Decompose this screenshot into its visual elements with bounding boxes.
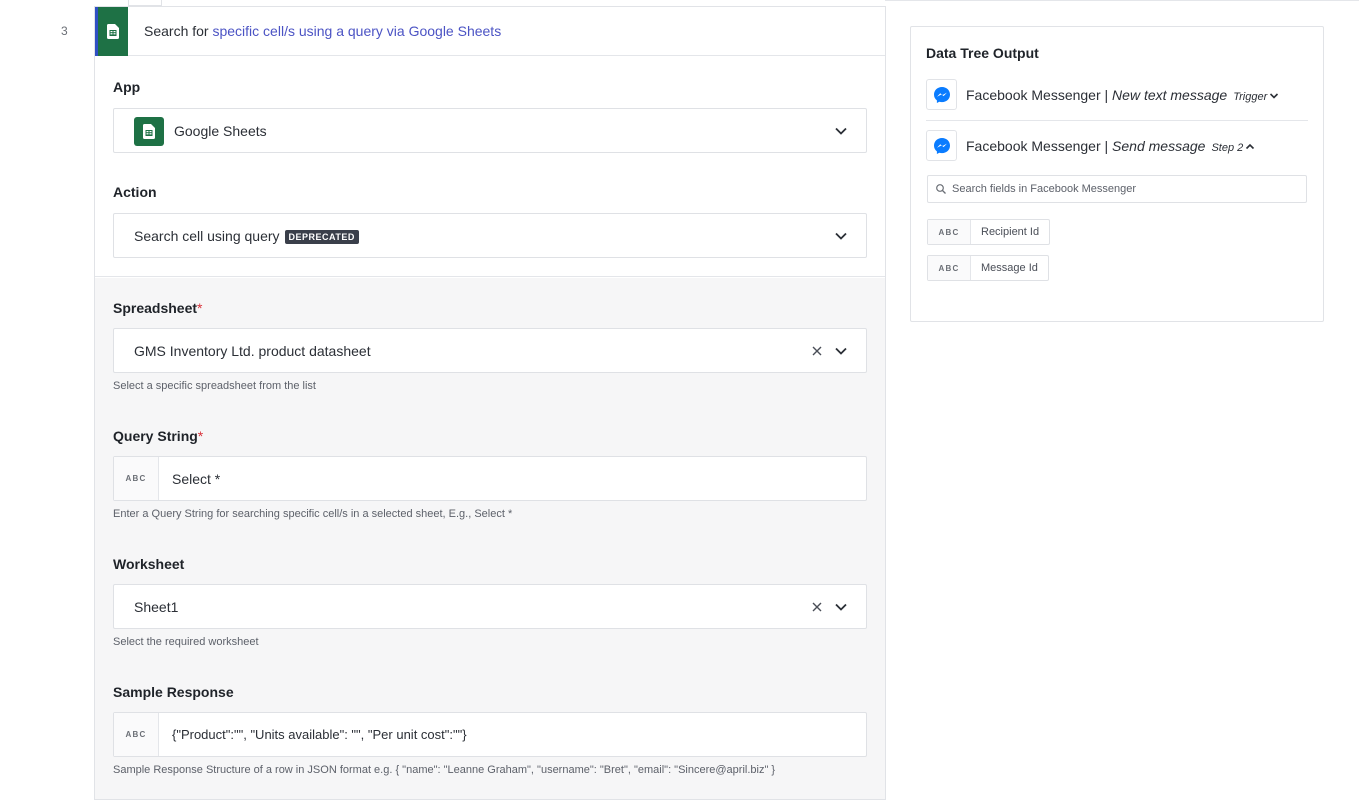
worksheet-label: Worksheet [113,556,185,572]
field-chip-message-id[interactable]: ABC Message Id [927,255,1049,281]
tree-item-app: Facebook Messenger | [966,87,1113,103]
spreadsheet-label-text: Spreadsheet [113,300,198,316]
chevron-down-icon[interactable] [834,124,848,138]
required-mark: * [197,428,204,444]
query-string-label: Query String* [113,428,203,444]
query-string-input[interactable]: ABC Select * [113,456,867,501]
required-mark: * [197,300,203,316]
configuration-section: Spreadsheet* GMS Inventory Ltd. product … [95,278,885,799]
search-icon [936,184,946,194]
step-header[interactable]: Search for specific cell/s using a query… [95,7,885,56]
spreadsheet-help: Select a specific spreadsheet from the l… [113,380,316,392]
worksheet-select[interactable]: Sheet1 [113,584,867,629]
field-chip-recipient-id[interactable]: ABC Recipient Id [927,219,1051,245]
card-tab [128,0,162,6]
chevron-down-icon[interactable] [834,229,848,243]
action-label: Action [113,184,157,200]
action-select[interactable]: Search cell using query DEPRECATED [113,213,867,258]
tree-item-tag: Trigger [1233,91,1268,103]
app-select-value: Google Sheets [174,123,267,139]
sample-response-value: {"Product":"", "Units available": "", "P… [172,727,467,742]
chevron-down-icon[interactable] [834,344,848,358]
tree-item-step-2[interactable]: Facebook Messenger | Send message Step 2 [926,130,1308,162]
step-number: 3 [61,24,68,38]
sample-response-label: Sample Response [113,684,234,700]
field-search-box[interactable] [927,175,1307,203]
step-title-highlight: specific cell/s using a query via Google… [212,23,502,39]
spreadsheet-label: Spreadsheet* [113,300,203,316]
spreadsheet-select[interactable]: GMS Inventory Ltd. product datasheet [113,328,867,373]
type-tag-abc: ABC [928,256,971,280]
tree-item-trigger[interactable]: Facebook Messenger | New text message Tri… [926,79,1308,111]
sample-response-help: Sample Response Structure of a row in JS… [113,764,776,776]
search-input[interactable] [952,180,1292,198]
clear-icon[interactable] [810,600,824,614]
field-chip-label: Message Id [981,262,1038,274]
data-tree-panel: Data Tree Output Facebook Messenger | Ne… [910,26,1324,322]
chevron-down-icon[interactable] [834,600,848,614]
tree-item-text: Facebook Messenger | Send message Step 2 [966,138,1255,154]
data-tree-title: Data Tree Output [926,45,1039,61]
step-title: Search for specific cell/s using a query… [144,23,501,39]
app-select[interactable]: Google Sheets [113,108,867,153]
chevron-down-icon[interactable] [1269,91,1279,101]
clear-icon[interactable] [810,344,824,358]
action-value-text: Search cell using query [134,228,280,244]
step-title-prefix: Search for [144,23,213,39]
tree-item-app: Facebook Messenger | [966,138,1113,154]
query-string-help: Enter a Query String for searching speci… [113,508,513,520]
app-action-section: App Google Sheets Action Search cell usi… [95,57,885,277]
messenger-icon [926,79,957,110]
tree-item-event: New text message [1112,87,1228,103]
type-tag-abc: ABC [114,713,159,756]
field-chip-label: Recipient Id [981,226,1040,238]
app-label: App [113,79,141,95]
query-string-label-text: Query String [113,428,198,444]
tree-item-tag: Step 2 [1211,142,1244,154]
worksheet-help: Select the required worksheet [113,636,259,648]
action-select-value: Search cell using query DEPRECATED [134,228,359,244]
deprecated-badge: DEPRECATED [284,230,359,244]
tree-divider [926,120,1308,121]
top-divider [885,0,1359,1]
messenger-icon [926,130,957,161]
type-tag-abc: ABC [928,220,971,244]
step-card: Search for specific cell/s using a query… [94,6,886,800]
worksheet-value: Sheet1 [134,599,179,615]
google-sheets-icon [95,7,128,56]
spreadsheet-value: GMS Inventory Ltd. product datasheet [134,343,371,359]
chevron-up-icon[interactable] [1245,142,1255,152]
google-sheets-icon [134,117,164,146]
sample-response-input[interactable]: ABC {"Product":"", "Units available": ""… [113,712,867,757]
type-tag-abc: ABC [114,457,159,500]
query-string-value: Select * [172,471,221,487]
tree-item-text: Facebook Messenger | New text message Tri… [966,87,1279,103]
tree-item-event: Send message [1112,138,1206,154]
